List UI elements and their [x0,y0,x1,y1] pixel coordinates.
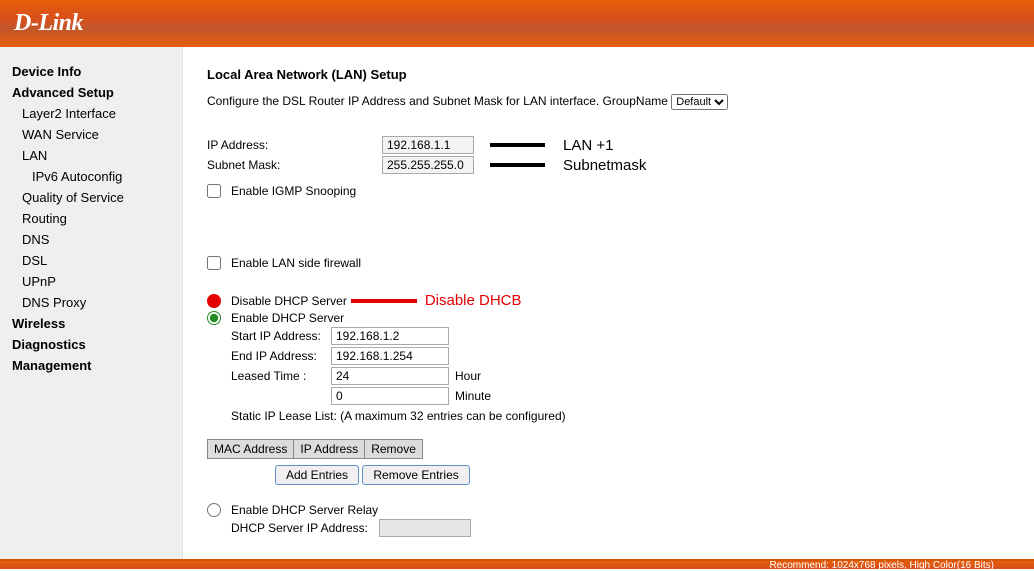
ip-row: IP Address: LAN +1 [207,136,1010,154]
col-remove: Remove [365,440,422,458]
disable-dhcp-row: Disable DHCP Server Disable DHCB [207,292,1010,309]
nav-upnp[interactable]: UPnP [12,271,170,292]
content-pane: Local Area Network (LAN) Setup Configure… [183,47,1034,559]
nav-qos[interactable]: Quality of Service [12,187,170,208]
relay-label: Enable DHCP Server Relay [231,503,378,517]
mask-input[interactable] [382,156,474,174]
nav-wireless[interactable]: Wireless [12,313,170,334]
ip-input[interactable] [382,136,474,154]
end-ip-input[interactable] [331,347,449,365]
sidebar: Device Info Advanced Setup Layer2 Interf… [0,47,183,559]
annotation-line-icon [490,163,545,167]
col-mac: MAC Address [208,440,294,458]
nav-diagnostics[interactable]: Diagnostics [12,334,170,355]
dhcp-config-block: Start IP Address: End IP Address: Leased… [231,327,1010,423]
firewall-label: Enable LAN side firewall [231,256,361,270]
start-ip-label: Start IP Address: [231,329,331,343]
nav-device-info[interactable]: Device Info [12,61,170,82]
nav-dns[interactable]: DNS [12,229,170,250]
igmp-label: Enable IGMP Snooping [231,184,356,198]
page-title: Local Area Network (LAN) Setup [207,67,1010,82]
relay-addr-label: DHCP Server IP Address: [231,521,379,535]
ip-label: IP Address: [207,138,382,152]
nav-wan-service[interactable]: WAN Service [12,124,170,145]
remove-entries-button[interactable]: Remove Entries [362,465,469,485]
hour-unit: Hour [455,369,481,383]
groupname-select[interactable]: Default [671,94,728,110]
nav-management[interactable]: Management [12,355,170,376]
relay-addr-input[interactable] [379,519,471,537]
mask-row: Subnet Mask: Subnetmask [207,156,1010,174]
main-wrapper: Device Info Advanced Setup Layer2 Interf… [0,47,1034,559]
mask-label: Subnet Mask: [207,158,382,172]
enable-dhcp-row: Enable DHCP Server [207,311,1010,325]
leased-hour-input[interactable] [331,367,449,385]
footer-text: Recommend: 1024x768 pixels, High Color(1… [769,560,994,571]
start-ip-input[interactable] [331,327,449,345]
annotation-subnetmask: Subnetmask [563,157,646,174]
nav-ipv6-autoconfig[interactable]: IPv6 Autoconfig [12,166,170,187]
nav-lan[interactable]: LAN [12,145,170,166]
igmp-checkbox[interactable] [207,184,221,198]
annotation-lan-plus: LAN +1 [563,137,613,154]
nav-layer2-interface[interactable]: Layer2 Interface [12,103,170,124]
logo: D-Link [14,10,83,37]
disable-dhcp-label: Disable DHCP Server [231,294,347,308]
relay-block: Enable DHCP Server Relay DHCP Server IP … [207,503,1010,537]
relay-radio[interactable] [207,503,221,517]
end-ip-label: End IP Address: [231,349,331,363]
firewall-checkbox[interactable] [207,256,221,270]
nav-advanced-setup[interactable]: Advanced Setup [12,82,170,103]
annotation-line-icon [490,143,545,147]
static-table-header: MAC Address IP Address Remove [207,439,423,459]
description-text: Configure the DSL Router IP Address and … [207,94,671,108]
top-header: D-Link [0,0,1034,47]
nav-routing[interactable]: Routing [12,208,170,229]
leased-hour-label: Leased Time : [231,369,331,383]
description-row: Configure the DSL Router IP Address and … [207,94,1010,110]
static-list-label: Static IP Lease List: (A maximum 32 entr… [231,409,1010,423]
nav-dns-proxy[interactable]: DNS Proxy [12,292,170,313]
leased-min-input[interactable] [331,387,449,405]
annotation-red-line-icon [351,299,417,303]
col-ip: IP Address [294,440,365,458]
igmp-row: Enable IGMP Snooping [207,184,1010,198]
enable-dhcp-label: Enable DHCP Server [231,311,344,325]
minute-unit: Minute [455,389,491,403]
add-entries-button[interactable]: Add Entries [275,465,359,485]
nav-menu: Device Info Advanced Setup Layer2 Interf… [12,61,170,376]
annotation-disable-dhcb: Disable DHCB [425,292,522,309]
firewall-row: Enable LAN side firewall [207,256,1010,270]
entries-button-row: Add Entries Remove Entries [207,465,1010,485]
nav-dsl[interactable]: DSL [12,250,170,271]
red-dot-icon [207,294,221,308]
enable-dhcp-radio[interactable] [207,311,221,325]
